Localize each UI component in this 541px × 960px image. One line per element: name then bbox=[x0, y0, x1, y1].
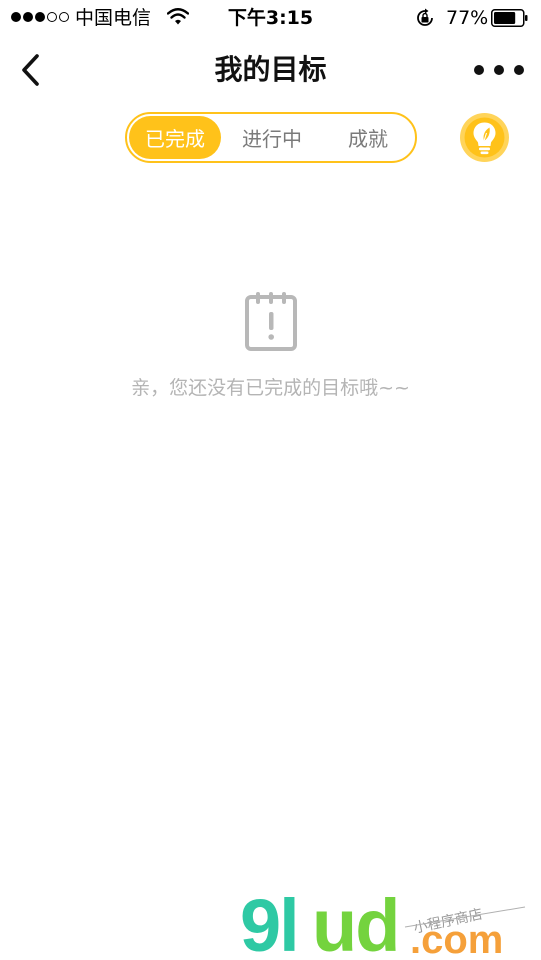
lightbulb-button[interactable] bbox=[459, 112, 510, 163]
lightbulb-icon bbox=[460, 113, 509, 162]
orientation-lock-icon bbox=[417, 8, 433, 26]
more-button[interactable] bbox=[474, 56, 524, 84]
page-title: 我的目标 bbox=[214, 53, 327, 86]
svg-text:9l: 9l bbox=[240, 885, 298, 960]
battery-percent: 77% bbox=[446, 7, 489, 29]
watermark-logo: 9l ud .com 小程序商店 bbox=[240, 885, 526, 960]
empty-state-message: 亲，您还没有已完成的目标哦~~ bbox=[131, 377, 410, 399]
goal-status-tabs: 已完成 进行中 成就 bbox=[125, 112, 417, 163]
tab-achievements[interactable]: 成就 bbox=[323, 116, 413, 159]
more-dots-icon bbox=[474, 65, 484, 75]
svg-text:ud: ud bbox=[312, 885, 398, 960]
calendar-alert-icon bbox=[245, 292, 297, 351]
battery-icon bbox=[491, 9, 528, 27]
tab-completed[interactable]: 已完成 bbox=[129, 116, 221, 159]
status-bar: 中国电信 下午3:15 77% bbox=[0, 0, 541, 36]
tab-in-progress[interactable]: 进行中 bbox=[227, 116, 317, 159]
